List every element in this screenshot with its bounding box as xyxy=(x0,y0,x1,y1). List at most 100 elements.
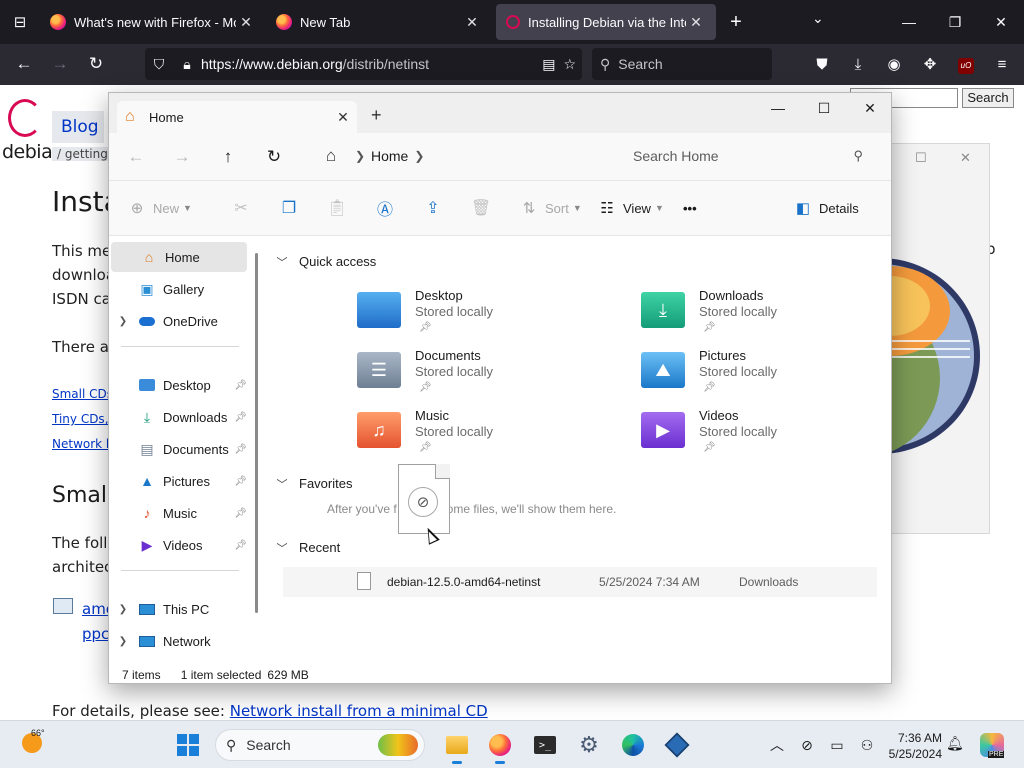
collapse-chevron-icon[interactable]: ﹀ xyxy=(269,476,295,492)
sidebar-item-home[interactable]: ⌂ Home xyxy=(111,242,247,272)
sort-button[interactable]: ⇅ Sort ▼ xyxy=(519,192,597,224)
details-pane-button[interactable]: ◧ Details xyxy=(793,192,859,224)
address-home-icon[interactable]: ⌂ xyxy=(313,146,349,166)
close-icon[interactable]: ✕ xyxy=(978,0,1024,44)
tab-close-icon[interactable]: ✕ xyxy=(686,14,706,31)
rename-icon[interactable]: Ⓐ xyxy=(361,196,409,220)
taskbar-edge[interactable] xyxy=(617,729,649,761)
blog-tab-link[interactable]: Blog xyxy=(52,111,104,143)
taskbar-settings[interactable]: ⚙ xyxy=(573,729,605,761)
sidebar-item-documents[interactable]: ▤ Documents 📌︎ xyxy=(109,434,249,464)
weather-temperature[interactable]: 66° xyxy=(31,728,45,738)
download-icon[interactable]: ⤓ xyxy=(840,56,876,73)
browser-search-box[interactable]: ⚲ Search xyxy=(592,48,772,80)
explorer-tab-close-icon[interactable]: ✕ xyxy=(329,109,357,126)
sidebar-scrollbar[interactable] xyxy=(255,253,258,613)
explorer-up-icon[interactable]: ↑ xyxy=(205,147,251,167)
explorer-new-tab-button[interactable]: + xyxy=(371,105,382,126)
sidebar-item-this-pc[interactable]: ❯ This PC xyxy=(109,594,249,624)
taskbar-firefox[interactable] xyxy=(484,729,516,764)
explorer-search-input[interactable]: Search Home ⚲ xyxy=(619,139,879,173)
explorer-tab-home[interactable]: ⌂ Home ✕ xyxy=(117,101,357,133)
section-quick-access[interactable]: ﹀ Quick access xyxy=(277,254,377,269)
new-tab-button[interactable]: + xyxy=(716,0,756,44)
link-network-boot[interactable]: Network b xyxy=(52,437,114,451)
collapse-chevron-icon[interactable]: ﹀ xyxy=(269,540,295,556)
section-favorites[interactable]: ﹀ Favorites xyxy=(277,476,353,491)
quick-access-music[interactable]: ♫ Music Stored locally 📌︎ xyxy=(357,408,617,464)
section-recent[interactable]: ﹀ Recent xyxy=(277,540,341,555)
explorer-forward-icon[interactable]: → xyxy=(159,147,205,167)
share-icon[interactable]: ⇪ xyxy=(409,198,457,218)
list-all-tabs-chevron-icon[interactable]: ⌄ xyxy=(812,10,824,27)
forward-arrow-icon[interactable]: → xyxy=(42,48,78,80)
collapse-chevron-icon[interactable]: ﹀ xyxy=(269,254,295,270)
sidebar-item-downloads[interactable]: ⤓ Downloads 📌︎ xyxy=(109,402,249,432)
expand-chevron-icon[interactable]: ❯ xyxy=(109,604,137,615)
taskbar-terminal[interactable]: >_ xyxy=(529,729,561,761)
address-chevron-icon[interactable]: ❯ xyxy=(349,149,371,163)
recent-file-row[interactable]: debian-12.5.0-amd64-netinst 5/25/2024 7:… xyxy=(283,567,877,597)
explorer-back-icon[interactable]: ← xyxy=(113,147,159,167)
ublock-origin-icon[interactable]: uO xyxy=(948,55,984,74)
new-button[interactable]: ⊕ New ▼ xyxy=(127,192,217,224)
sidebar-item-videos[interactable]: ▶ Videos 📌︎ xyxy=(109,530,249,560)
expand-chevron-icon[interactable]: ❯ xyxy=(109,636,137,647)
taskbar-virtualbox[interactable] xyxy=(661,729,693,761)
tab-installing-debian[interactable]: Installing Debian via the Interne ✕ xyxy=(496,4,716,40)
explorer-refresh-icon[interactable]: ↻ xyxy=(251,147,297,167)
explorer-maximize-icon[interactable]: ☐ xyxy=(801,93,847,123)
sidebar-item-desktop[interactable]: Desktop 📌︎ xyxy=(109,370,249,400)
extensions-icon[interactable]: ✥ xyxy=(912,55,948,73)
taskbar-clock[interactable]: 7:36 AM 5/25/2024 xyxy=(870,730,942,762)
address-chevron-icon[interactable]: ❯ xyxy=(408,149,430,163)
account-icon[interactable]: ◉ xyxy=(876,55,912,73)
view-button[interactable]: ☷ View ▼ xyxy=(597,192,683,224)
quick-access-documents[interactable]: ☰ Documents Stored locally 📌︎ xyxy=(357,348,617,404)
quick-access-downloads[interactable]: ⤓ Downloads Stored locally 📌︎ xyxy=(641,288,891,344)
link-small-cds[interactable]: Small CDs xyxy=(52,387,113,401)
quick-access-pictures[interactable]: ⛰ Pictures Stored locally 📌︎ xyxy=(641,348,891,404)
reader-view-icon[interactable]: ▤ xyxy=(542,56,555,73)
explorer-minimize-icon[interactable]: — xyxy=(755,93,801,123)
cut-icon[interactable]: ✂ xyxy=(217,198,265,218)
quick-access-desktop[interactable]: Desktop Stored locally 📌︎ xyxy=(357,288,617,344)
debian-swirl-logo-icon[interactable] xyxy=(8,99,42,137)
address-crumb-home[interactable]: Home xyxy=(371,148,408,164)
minimize-icon[interactable]: — xyxy=(886,0,932,44)
link-tiny-cds[interactable]: Tiny CDs, xyxy=(52,412,109,426)
bg-close-icon[interactable]: ✕ xyxy=(960,150,971,166)
tab-whats-new[interactable]: What's new with Firefox - More ✕ xyxy=(40,4,266,40)
see-more-button[interactable]: ••• xyxy=(683,192,723,224)
network-install-link[interactable]: Network install from a minimal CD xyxy=(230,702,488,720)
reload-icon[interactable]: ↻ xyxy=(78,48,114,80)
back-arrow-icon[interactable]: ← xyxy=(6,48,42,80)
quick-access-videos[interactable]: ▶ Videos Stored locally 📌︎ xyxy=(641,408,891,464)
tab-close-icon[interactable]: ✕ xyxy=(236,14,256,31)
tray-chevron-up-icon[interactable]: ︿ xyxy=(762,735,792,755)
taskbar-file-explorer[interactable] xyxy=(441,729,473,764)
lock-icon[interactable]: 🔒︎ xyxy=(173,56,201,73)
shield-icon[interactable]: ⛉ xyxy=(145,56,173,73)
sidebar-item-music[interactable]: ♪ Music 📌︎ xyxy=(109,498,249,528)
explorer-close-icon[interactable]: ✕ xyxy=(847,93,891,123)
start-windows-icon[interactable] xyxy=(177,734,199,756)
tab-list-icon[interactable]: ⊟ xyxy=(0,0,40,44)
tab-close-icon[interactable]: ✕ xyxy=(462,14,482,31)
sidebar-item-onedrive[interactable]: ❯ OneDrive xyxy=(109,306,249,336)
restore-icon[interactable]: ❐ xyxy=(932,0,978,44)
paste-icon[interactable]: 📋︎ xyxy=(313,198,361,218)
tab-new-tab[interactable]: New Tab ✕ xyxy=(266,4,492,40)
site-search-button[interactable]: Search xyxy=(962,88,1014,108)
explorer-address-bar[interactable]: ⌂ ❯ Home ❯ xyxy=(313,139,613,173)
network-off-icon[interactable]: ⊘ xyxy=(792,737,822,754)
url-bar[interactable]: ⛉ 🔒︎ https://www.debian.org/distrib/neti… xyxy=(145,48,582,80)
sidebar-item-network[interactable]: ❯ Network xyxy=(109,626,249,656)
sidebar-item-pictures[interactable]: ▲ Pictures 📌︎ xyxy=(109,466,249,496)
taskbar-search-box[interactable]: ⚲ Search xyxy=(215,729,425,761)
bookmark-star-icon[interactable]: ☆ xyxy=(563,56,576,73)
display-icon[interactable]: ▭ xyxy=(822,737,852,754)
delete-icon[interactable]: 🗑︎ xyxy=(457,198,505,218)
expand-chevron-icon[interactable]: ❯ xyxy=(109,316,137,327)
hamburger-menu-icon[interactable]: ≡ xyxy=(984,56,1020,73)
